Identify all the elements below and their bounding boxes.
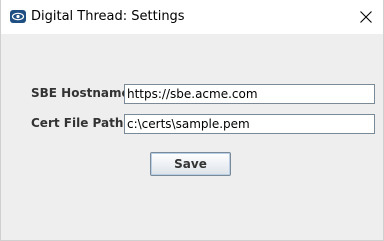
settings-dialog: Digital Thread: Settings SBE Hostname : … [0,0,384,241]
close-icon [360,11,372,23]
hostname-input[interactable] [124,84,375,104]
save-button[interactable]: Save [150,152,231,176]
close-button[interactable] [355,6,377,28]
save-button-label: Save [174,157,207,171]
window-title: Digital Thread: Settings [31,9,185,24]
title-bar: Digital Thread: Settings [1,0,383,34]
hostname-label: SBE Hostname : [31,86,139,100]
dialog-content: SBE Hostname : Cert File Path : Save [1,34,383,240]
cert-path-input[interactable] [124,114,375,134]
eye-icon [10,10,26,23]
cert-path-label: Cert File Path : [31,116,133,130]
